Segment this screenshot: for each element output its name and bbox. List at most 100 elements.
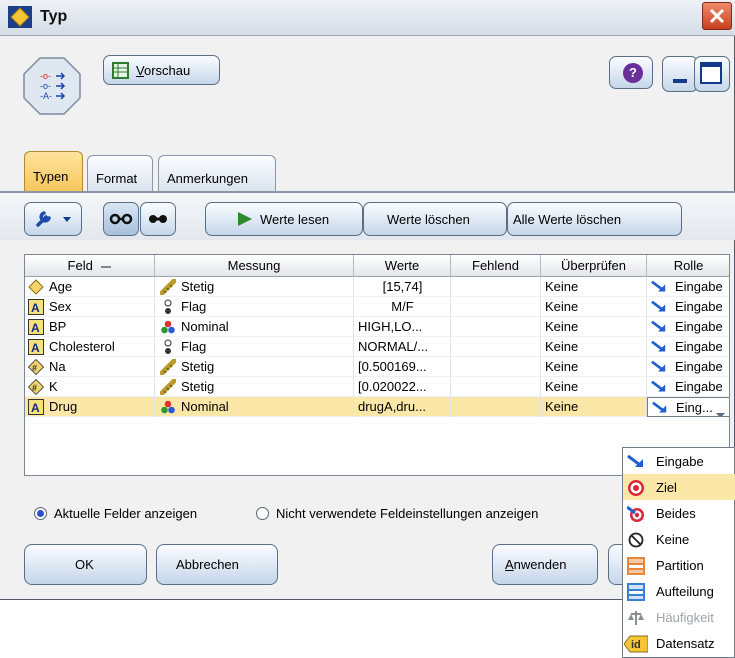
- role-option-6[interactable]: Häufigkeit: [623, 604, 735, 630]
- link-closed-icon: [149, 215, 167, 223]
- cell-measure[interactable]: Flag: [155, 337, 354, 357]
- cell-missing[interactable]: [451, 297, 541, 317]
- cell-missing[interactable]: [451, 397, 541, 417]
- none-icon: [627, 531, 645, 549]
- preview-label-mnemonic: V: [136, 63, 144, 78]
- tab-annotations[interactable]: Anmerkungen: [158, 155, 276, 191]
- cell-field: Age: [25, 277, 155, 297]
- tab-format[interactable]: Format: [87, 155, 153, 191]
- table-row[interactable]: A BP Nominal HIGH,LO... Keine Eingabe: [25, 317, 729, 337]
- string-type-icon: A: [28, 399, 44, 415]
- close-button[interactable]: [702, 2, 732, 30]
- measure-label: Stetig: [181, 379, 215, 394]
- values-text: NORMAL/...: [358, 339, 429, 354]
- cell-role[interactable]: Eingabe: [647, 277, 729, 297]
- cell-measure[interactable]: Flag: [155, 297, 354, 317]
- table-row[interactable]: A Cholesterol Flag NORMAL/... Keine Eingabe: [25, 337, 729, 357]
- values-text: M/F: [391, 299, 414, 314]
- cell-values[interactable]: M/F: [354, 297, 451, 317]
- apply-button[interactable]: Anwenden: [492, 544, 598, 585]
- cell-missing[interactable]: [451, 377, 541, 397]
- clear-values-button[interactable]: Werte löschen: [363, 202, 507, 236]
- cell-missing[interactable]: [451, 277, 541, 297]
- role-combobox[interactable]: Eing...: [647, 397, 729, 417]
- preview-button[interactable]: Vorschau: [103, 55, 220, 85]
- role-label: Eingabe: [675, 379, 723, 394]
- cancel-button[interactable]: Abbrechen: [156, 544, 278, 585]
- column-header-values[interactable]: Werte: [354, 255, 451, 277]
- string-type-icon: A: [28, 319, 44, 335]
- split-icon: [627, 583, 645, 601]
- role-option-0[interactable]: Eingabe: [623, 448, 735, 474]
- radio-unused-settings[interactable]: [256, 507, 269, 520]
- cell-measure[interactable]: Nominal: [155, 397, 354, 417]
- cell-role[interactable]: Eingabe: [647, 377, 729, 397]
- role-option-7[interactable]: id Datensatz: [623, 630, 735, 656]
- cell-role[interactable]: Eingabe: [647, 357, 729, 377]
- column-header-field[interactable]: Feld: [25, 255, 155, 277]
- frequency-icon: [627, 609, 645, 627]
- table-row[interactable]: A Drug Nominal drugA,dru... Keine Eing...: [25, 397, 729, 417]
- sort-indicator-icon: [101, 265, 112, 268]
- role-option-1[interactable]: Ziel: [623, 474, 735, 500]
- role-option-label: Beides: [656, 506, 696, 521]
- field-type-table[interactable]: Feld Messung Werte Fehlend Überprüfen Ro…: [24, 254, 730, 476]
- radio-current-fields[interactable]: [34, 507, 47, 520]
- role-option-4[interactable]: Partition: [623, 552, 735, 578]
- cell-check[interactable]: Keine: [541, 397, 647, 417]
- cell-measure[interactable]: Stetig: [155, 277, 354, 297]
- link-closed-button[interactable]: [140, 202, 176, 236]
- cell-values[interactable]: NORMAL/...: [354, 337, 451, 357]
- cell-check[interactable]: Keine: [541, 337, 647, 357]
- cell-role[interactable]: Eingabe: [647, 337, 729, 357]
- chevron-down-icon[interactable]: [716, 405, 725, 416]
- cell-missing[interactable]: [451, 337, 541, 357]
- string-type-icon: A: [28, 299, 44, 315]
- cell-measure[interactable]: Nominal: [155, 317, 354, 337]
- link-view-button[interactable]: [103, 202, 139, 236]
- cell-values[interactable]: drugA,dru...: [354, 397, 451, 417]
- role-option-5[interactable]: Aufteilung: [623, 578, 735, 604]
- cell-check[interactable]: Keine: [541, 317, 647, 337]
- column-header-measure[interactable]: Messung: [155, 255, 354, 277]
- column-header-missing[interactable]: Fehlend: [451, 255, 541, 277]
- table-row[interactable]: # Na Stetig [0.500169... Keine Eingabe: [25, 357, 729, 377]
- cell-measure[interactable]: Stetig: [155, 377, 354, 397]
- cell-check[interactable]: Keine: [541, 377, 647, 397]
- minimize-button[interactable]: [662, 56, 698, 92]
- read-values-button[interactable]: Werte lesen: [205, 202, 363, 236]
- cell-missing[interactable]: [451, 357, 541, 377]
- tools-dropdown-button[interactable]: [24, 202, 82, 236]
- cell-role[interactable]: Eingabe: [647, 297, 729, 317]
- table-row[interactable]: Age Stetig [15,74] Keine Eingabe: [25, 277, 729, 297]
- ok-button[interactable]: OK: [24, 544, 147, 585]
- table-row[interactable]: A Sex Flag M/F Keine Eingabe: [25, 297, 729, 317]
- svg-text:id: id: [631, 639, 641, 651]
- clear-all-values-button[interactable]: Alle Werte löschen: [507, 202, 682, 236]
- help-button[interactable]: ?: [609, 56, 653, 89]
- cell-values[interactable]: [0.020022...: [354, 377, 451, 397]
- tab-types[interactable]: Typen: [24, 151, 83, 193]
- column-header-check[interactable]: Überprüfen: [541, 255, 647, 277]
- field-name: Age: [49, 279, 73, 294]
- cell-measure[interactable]: Stetig: [155, 357, 354, 377]
- svg-text:A: A: [31, 341, 40, 355]
- svg-text:#: #: [32, 363, 37, 373]
- input-arrow-icon: [651, 359, 667, 375]
- apply-mnemonic: A: [505, 557, 514, 572]
- cell-values[interactable]: [0.500169...: [354, 357, 451, 377]
- cell-role[interactable]: Eingabe: [647, 317, 729, 337]
- table-row[interactable]: # K Stetig [0.020022... Keine Eingabe: [25, 377, 729, 397]
- role-label: Eing...: [676, 400, 713, 415]
- cell-missing[interactable]: [451, 317, 541, 337]
- cell-check[interactable]: Keine: [541, 277, 647, 297]
- cell-check[interactable]: Keine: [541, 297, 647, 317]
- cell-check[interactable]: Keine: [541, 357, 647, 377]
- cell-values[interactable]: [15,74]: [354, 277, 451, 297]
- continuous-type-icon: [28, 279, 44, 295]
- maximize-button[interactable]: [694, 56, 730, 92]
- role-option-2[interactable]: Beides: [623, 500, 735, 526]
- cell-values[interactable]: HIGH,LO...: [354, 317, 451, 337]
- role-option-3[interactable]: Keine: [623, 526, 735, 552]
- column-header-role[interactable]: Rolle: [647, 255, 729, 277]
